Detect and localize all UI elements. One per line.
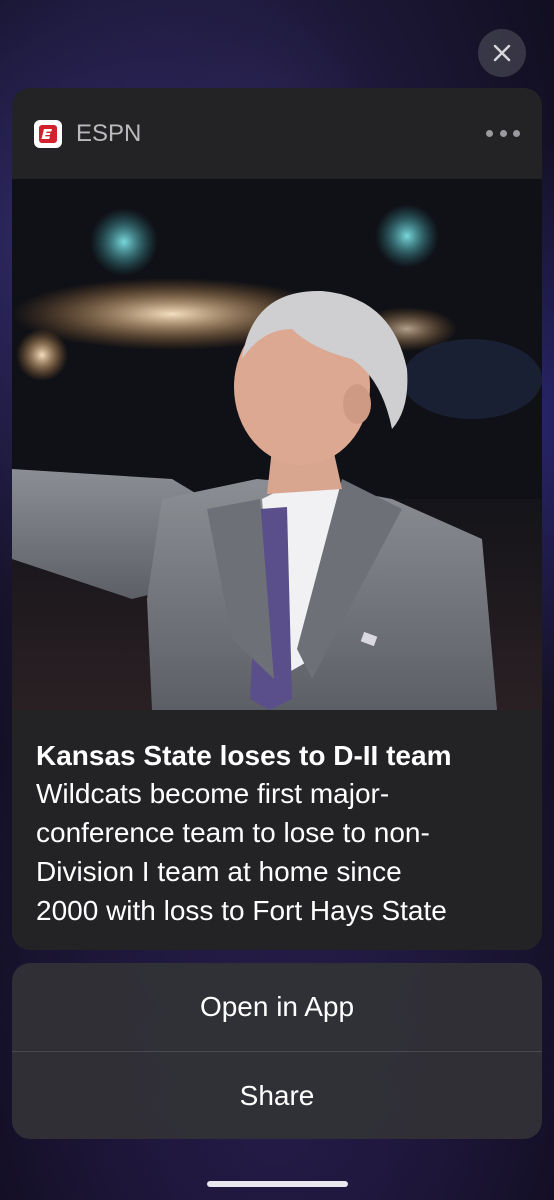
notification-headline: Kansas State loses to D-II team — [36, 740, 452, 771]
share-button[interactable]: Share — [12, 1052, 542, 1139]
more-button[interactable] — [486, 120, 520, 146]
more-icon-dot — [499, 129, 507, 137]
action-sheet: Open in App Share — [12, 963, 542, 1139]
notification-body-line: conference team to lose to non- — [36, 817, 430, 848]
close-icon — [493, 44, 511, 62]
notification-body-line: 2000 with loss to Fort Hays State — [36, 895, 447, 926]
notification-body-line: Wildcats become first major- — [36, 778, 390, 809]
close-button[interactable] — [478, 29, 526, 77]
more-icon-dot — [486, 129, 493, 137]
coach-photo-illustration — [12, 179, 542, 710]
open-in-app-button[interactable]: Open in App — [12, 963, 542, 1051]
notification-content: Kansas State loses to D-II team Wildcats… — [12, 710, 542, 930]
notification-header: ESPN — [12, 88, 542, 179]
news-photo — [12, 179, 542, 710]
more-icon-dot — [513, 129, 520, 137]
notification-card[interactable]: ESPN Kansas State loses to D-II team Wil… — [12, 88, 542, 950]
home-indicator[interactable] — [207, 1181, 348, 1187]
notification-body-line: Division I team at home since — [36, 856, 402, 887]
espn-logo-icon — [34, 119, 62, 148]
app-name: ESPN — [76, 119, 142, 147]
